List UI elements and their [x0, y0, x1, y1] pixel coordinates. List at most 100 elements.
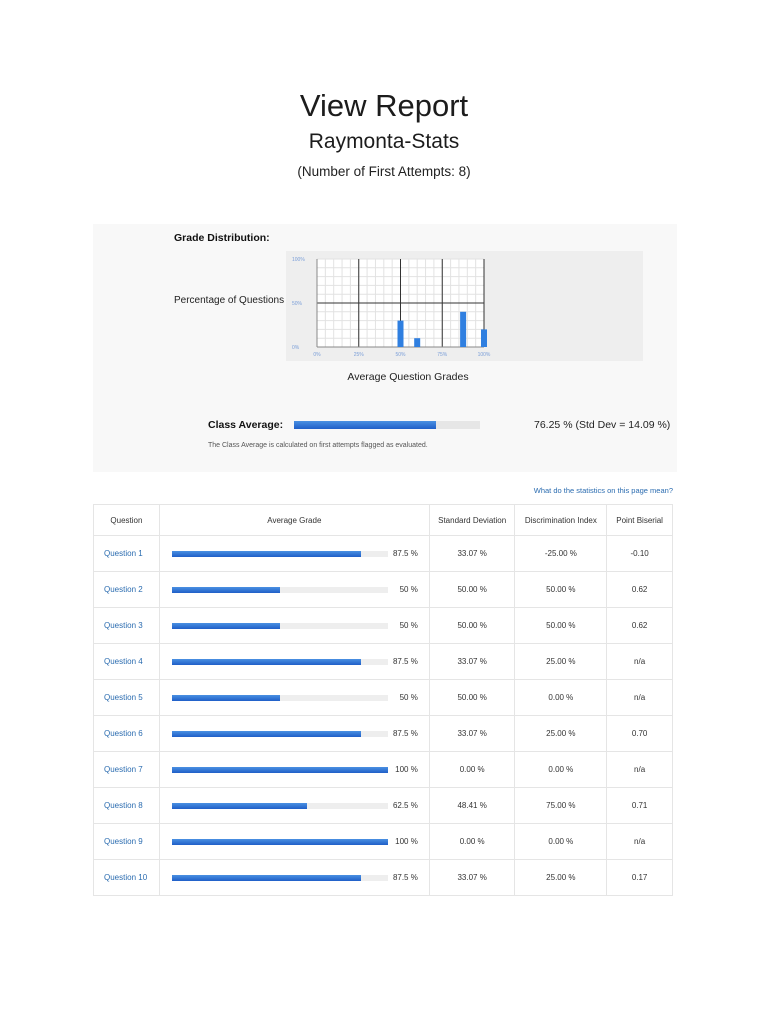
standard-deviation-cell: 0.00 % — [428, 751, 516, 788]
grade-bar — [171, 694, 388, 701]
quiz-name: Raymonta-Stats — [308, 130, 460, 153]
average-grade-cell: 87.5 % — [158, 643, 430, 680]
chart-bar — [397, 320, 404, 347]
standard-deviation-cell: 50.00 % — [428, 607, 516, 644]
question-statistics-table: Question Average Grade Standard Deviatio… — [93, 504, 673, 896]
standard-deviation-cell: 33.07 % — [428, 859, 516, 896]
average-grade-cell: 87.5 % — [158, 715, 430, 752]
point-biserial-cell: n/a — [606, 751, 673, 788]
point-biserial-cell: -0.10 — [606, 535, 673, 572]
point-biserial-cell: n/a — [606, 823, 673, 860]
chart-bar — [460, 311, 467, 347]
question-link[interactable]: Question 1 — [93, 535, 160, 572]
grade-value: 50 % — [399, 693, 418, 702]
point-biserial-cell: 0.62 — [606, 607, 673, 644]
grade-bar — [171, 622, 388, 629]
standard-deviation-cell: 0.00 % — [428, 823, 516, 860]
discrimination-index-cell: -25.00 % — [514, 535, 608, 572]
standard-deviation-cell: 50.00 % — [428, 679, 516, 716]
attempts-count: (Number of First Attempts: 8) — [297, 164, 471, 179]
discrimination-index-cell: 50.00 % — [514, 571, 608, 608]
grade-value: 87.5 % — [392, 873, 418, 882]
grade-distribution-chart: 100% 50% 0% 0% 25% 50% 75% 100% — [292, 257, 491, 358]
grade-bar — [171, 730, 388, 737]
point-biserial-cell: 0.71 — [606, 787, 673, 824]
question-link[interactable]: Question 3 — [93, 607, 160, 644]
average-grade-cell: 100 % — [158, 751, 430, 788]
chart-x-tick-label: 75% — [437, 352, 448, 358]
grade-bar-fill — [171, 694, 280, 701]
point-biserial-cell: 0.17 — [606, 859, 673, 896]
question-link[interactable]: Question 9 — [93, 823, 160, 860]
grade-bar-fill — [171, 766, 388, 773]
column-header-standard-deviation[interactable]: Standard Deviation — [428, 504, 516, 536]
table-row: Question 8 62.5 % 48.41 % 75.00 % 0.71 — [93, 787, 673, 824]
point-biserial-cell: 0.70 — [606, 715, 673, 752]
table-row: Question 10 87.5 % 33.07 % 25.00 % 0.17 — [93, 859, 673, 896]
average-grade-cell: 50 % — [158, 571, 430, 608]
chart-x-tick-label: 100% — [478, 352, 491, 358]
grade-value: 50 % — [399, 585, 418, 594]
statistics-help-link[interactable]: What do the statistics on this page mean… — [534, 486, 673, 495]
grade-bar — [171, 838, 388, 845]
discrimination-index-cell: 0.00 % — [514, 679, 608, 716]
chart-y-tick-label: 100% — [292, 257, 305, 263]
standard-deviation-cell: 33.07 % — [428, 535, 516, 572]
column-header-discrimination-index[interactable]: Discrimination Index — [514, 504, 608, 536]
column-header-average-grade[interactable]: Average Grade — [158, 504, 430, 536]
point-biserial-cell: 0.62 — [606, 571, 673, 608]
class-average-label: Class Average: — [208, 419, 284, 431]
chart-x-tick-label: 25% — [354, 352, 365, 358]
grade-value: 87.5 % — [392, 657, 418, 666]
table-row: Question 2 50 % 50.00 % 50.00 % 0.62 — [93, 571, 673, 608]
chart-y-axis-title: Percentage of Questions — [174, 295, 285, 306]
grade-bar-fill — [171, 622, 280, 629]
grade-value: 100 % — [395, 837, 418, 846]
chart-y-tick-label: 50% — [292, 301, 303, 307]
grade-value: 87.5 % — [392, 549, 418, 558]
grade-value: 62.5 % — [392, 801, 418, 810]
standard-deviation-cell: 48.41 % — [428, 787, 516, 824]
question-link[interactable]: Question 8 — [93, 787, 160, 824]
chart-x-axis-title: Average Question Grades — [347, 371, 469, 383]
chart-bar — [414, 338, 421, 347]
average-grade-cell: 62.5 % — [158, 787, 430, 824]
question-link[interactable]: Question 6 — [93, 715, 160, 752]
discrimination-index-cell: 25.00 % — [514, 643, 608, 680]
chart-x-tick-label: 50% — [395, 352, 406, 358]
grade-bar — [171, 766, 388, 773]
grade-bar — [171, 658, 388, 665]
point-biserial-cell: n/a — [606, 679, 673, 716]
average-grade-cell: 50 % — [158, 607, 430, 644]
grade-bar — [171, 550, 388, 557]
standard-deviation-cell: 50.00 % — [428, 571, 516, 608]
table-row: Question 1 87.5 % 33.07 % -25.00 % -0.10 — [93, 535, 673, 572]
average-grade-cell: 100 % — [158, 823, 430, 860]
point-biserial-cell: n/a — [606, 643, 673, 680]
table-header-row: Question Average Grade Standard Deviatio… — [93, 504, 673, 536]
discrimination-index-cell: 25.00 % — [514, 859, 608, 896]
grade-distribution-label: Grade Distribution: — [174, 232, 270, 244]
question-link[interactable]: Question 7 — [93, 751, 160, 788]
grade-value: 50 % — [399, 621, 418, 630]
question-link[interactable]: Question 4 — [93, 643, 160, 680]
average-grade-cell: 87.5 % — [158, 859, 430, 896]
class-average-bar — [294, 421, 480, 429]
column-header-point-biserial[interactable]: Point Biserial — [606, 504, 673, 536]
question-link[interactable]: Question 2 — [93, 571, 160, 608]
column-header-question[interactable]: Question — [93, 504, 160, 536]
grade-bar-fill — [171, 658, 361, 665]
average-grade-cell: 87.5 % — [158, 535, 430, 572]
chart-x-tick-label: 0% — [313, 352, 321, 358]
table-row: Question 9 100 % 0.00 % 0.00 % n/a — [93, 823, 673, 860]
discrimination-index-cell: 25.00 % — [514, 715, 608, 752]
grade-value: 87.5 % — [392, 729, 418, 738]
grade-bar — [171, 874, 388, 881]
grade-bar-fill — [171, 874, 361, 881]
grade-bar-fill — [171, 730, 361, 737]
question-link[interactable]: Question 10 — [93, 859, 160, 896]
question-link[interactable]: Question 5 — [93, 679, 160, 716]
discrimination-index-cell: 0.00 % — [514, 751, 608, 788]
grade-bar — [171, 586, 388, 593]
discrimination-index-cell: 0.00 % — [514, 823, 608, 860]
